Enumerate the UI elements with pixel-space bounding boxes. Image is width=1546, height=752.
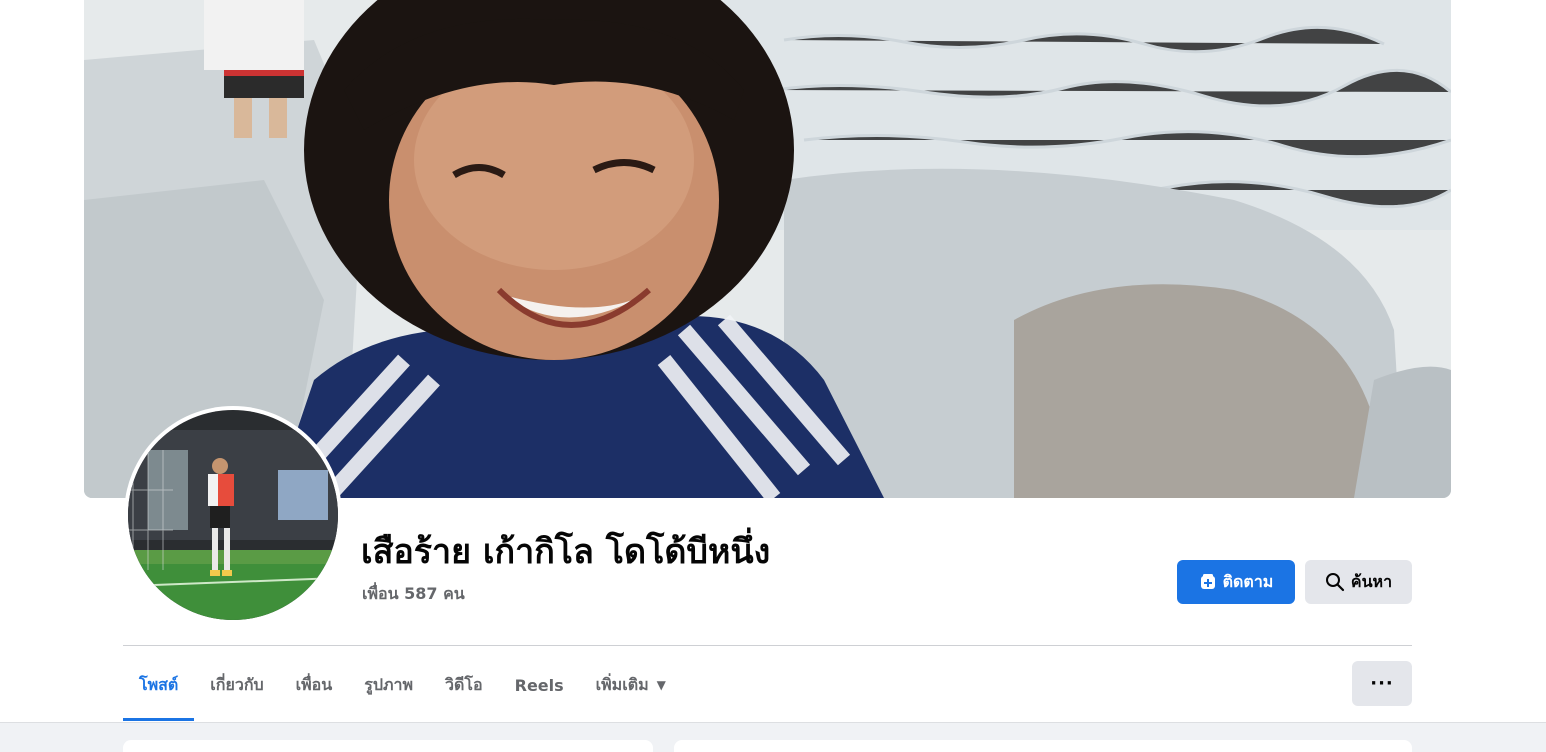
- tab-reels[interactable]: Reels: [499, 661, 580, 709]
- friends-count[interactable]: เพื่อน 587 คน: [362, 582, 465, 606]
- follow-button[interactable]: ติดตาม: [1177, 560, 1295, 604]
- tab-more[interactable]: เพิ่มเติม ▼: [580, 661, 682, 709]
- tab-videos[interactable]: วิดีโอ: [429, 661, 499, 709]
- composer-card: [674, 740, 1412, 752]
- profile-name: เสือร้าย เก้ากิโล โดโด้บีหนึ่ง: [361, 532, 771, 572]
- header-divider: [123, 645, 1412, 646]
- profile-page: เสือร้าย เก้ากิโล โดโด้บีหนึ่ง เพื่อน 58…: [0, 0, 1546, 752]
- profile-tabs: โพสต์ เกี่ยวกับ เพื่อน รูปภาพ วิดีโอ Ree…: [123, 661, 682, 721]
- tab-friends[interactable]: เพื่อน: [280, 661, 349, 709]
- tab-photos[interactable]: รูปภาพ: [348, 661, 429, 709]
- tab-friends-label: เพื่อน: [295, 674, 333, 694]
- tab-about-label: เกี่ยวกับ: [210, 674, 264, 694]
- profile-avatar[interactable]: [124, 406, 342, 624]
- intro-card: [123, 740, 653, 752]
- tab-videos-label: วิดีโอ: [445, 674, 483, 694]
- follow-plus-icon: [1199, 573, 1217, 591]
- tab-photos-label: รูปภาพ: [364, 674, 414, 694]
- search-button[interactable]: ค้นหา: [1305, 560, 1412, 604]
- search-label: ค้นหา: [1350, 571, 1393, 591]
- tab-reels-label: Reels: [514, 675, 564, 695]
- tab-posts-label: โพสต์: [139, 674, 179, 694]
- avatar-image: [128, 410, 338, 620]
- tab-more-label: เพิ่มเติม: [595, 674, 649, 694]
- caret-down-icon: ▼: [656, 678, 666, 692]
- more-dots-icon: ···: [1370, 673, 1394, 694]
- follow-label: ติดตาม: [1222, 571, 1274, 591]
- tab-about[interactable]: เกี่ยวกับ: [194, 661, 279, 709]
- tab-posts[interactable]: โพสต์: [123, 661, 195, 721]
- more-options-button[interactable]: ···: [1352, 661, 1412, 706]
- search-icon: [1325, 572, 1345, 592]
